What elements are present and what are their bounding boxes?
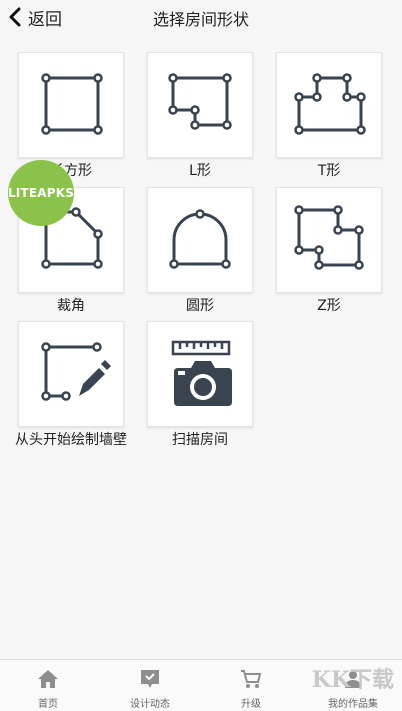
chat-bubble-icon [141,670,159,688]
shape-label-l: L形 [189,163,211,179]
tab-upgrade-label: 升级 [241,699,261,710]
shape-tile-rectangle[interactable] [18,52,124,158]
tab-upgrade[interactable]: 升级 [211,660,291,711]
shape-label-scan-room: 扫描房间 [172,432,228,448]
shape-label-z: Z形 [317,298,341,314]
z-shape-icon [294,205,364,270]
shape-tile-scan-room[interactable] [147,321,253,427]
liteapks-watermark: LITEAPKS [8,160,74,226]
shape-tile-t[interactable] [276,52,382,158]
shape-tile-round[interactable] [147,187,253,293]
camera-icon [174,361,232,406]
shape-label-draw-walls: 从头开始绘制墙壁 [15,432,127,448]
tab-design-feed[interactable]: 设计动态 [110,660,190,711]
tab-home-label: 首页 [38,699,58,710]
shape-label-round: 圆形 [186,298,214,314]
tab-my-portfolio-label: 我的作品集 [328,699,378,710]
scan-room-camera-icon [171,340,232,406]
rectangle-shape-icon [41,73,103,135]
arch-shape-icon [169,209,231,269]
tab-design-feed-label: 设计动态 [130,699,170,710]
shape-tile-l[interactable] [147,52,253,158]
page-title: 选择房间形状 [152,10,249,29]
shape-tile-draw-walls[interactable] [18,321,124,427]
shape-label-t: T形 [317,163,341,179]
top-bar: 返回 选择房间形状 [0,0,402,34]
shape-label-cut-corner: 裁角 [57,298,85,314]
cart-icon [241,670,262,688]
l-shape-icon [168,73,232,130]
kk-download-watermark: KK下载 [311,667,394,693]
t-shape-icon [294,73,366,135]
tab-home[interactable]: 首页 [8,660,88,711]
home-icon [38,670,58,688]
pencil-icon [79,360,111,396]
shape-tile-z[interactable] [276,187,382,293]
ruler-icon [171,340,231,356]
draw-walls-icon [41,342,111,401]
